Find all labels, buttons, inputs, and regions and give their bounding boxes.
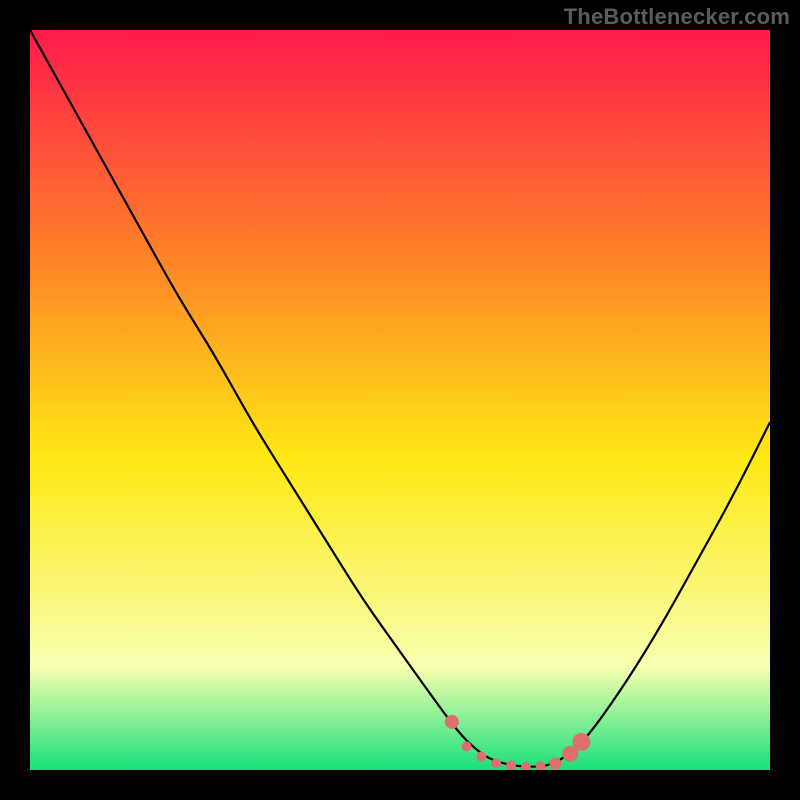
marker-dot bbox=[445, 715, 459, 729]
marker-dot bbox=[462, 741, 472, 751]
chart-frame: TheBottlenecker.com bbox=[0, 0, 800, 800]
marker-dots bbox=[30, 30, 770, 770]
marker-dot bbox=[476, 752, 486, 762]
marker-dot bbox=[536, 761, 546, 770]
marker-dot bbox=[549, 757, 561, 769]
marker-dot bbox=[572, 733, 590, 751]
watermark-text: TheBottlenecker.com bbox=[564, 4, 790, 30]
marker-dot bbox=[506, 761, 516, 770]
marker-dot bbox=[521, 762, 531, 770]
marker-dot bbox=[491, 758, 501, 768]
plot-area bbox=[30, 30, 770, 770]
